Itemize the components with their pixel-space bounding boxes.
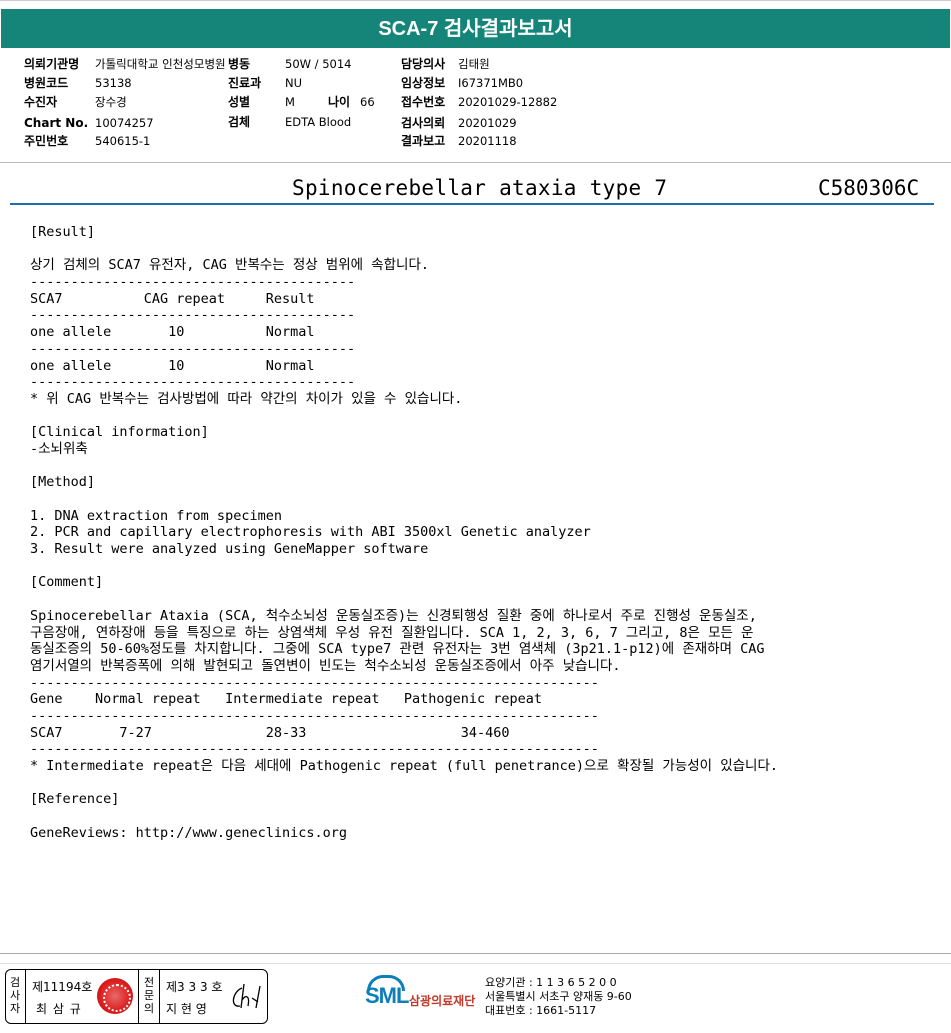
report-line: 2. PCR and capillary electrophoresis wit…	[30, 524, 591, 541]
signature-box: 검사자 제11194호 최 삼 규 전문의 제3 3 3 호 지 현 영	[5, 969, 268, 1024]
report-line	[30, 408, 930, 425]
report-line: Spinocerebellar Ataxia (SCA, 척수소뇌성 운동실조증…	[30, 607, 757, 624]
report-line: 1. DNA extraction from specimen	[30, 507, 282, 524]
age-value: 66	[360, 95, 375, 109]
report-line	[30, 591, 930, 608]
patient-header: 의뢰기관명 가톨릭대학교 인천성모병원병원코드 53138 수진자 장수경 Chart N…	[0, 47, 951, 163]
header-label: 임상정보	[401, 76, 446, 90]
contact-info: 요양기관 : 1 1 3 6 5 2 0 0 서울특별시 서초구 양재동 9-60…	[485, 976, 632, 1018]
signature-image	[232, 983, 261, 1009]
divider	[138, 970, 139, 1023]
specialist-license: 제3 3 3 호	[166, 980, 223, 994]
header-value: 가톨릭대학교 인천성모병원	[95, 57, 226, 71]
report-line: 상기 검체의 SCA7 유전자, CAG 반복수는 정상 범위에 속합니다.	[30, 257, 429, 274]
report-title: SCA-7 검사결과보고서	[1, 9, 950, 48]
header-value: 540615-1	[95, 134, 151, 148]
company-logo: SML 삼광의료재단	[365, 975, 485, 1019]
report-line: SCA7 CAG repeat Result	[30, 290, 315, 307]
table-rule: ----------------------------------------	[30, 274, 356, 291]
report-line: -소뇌위축	[30, 440, 88, 457]
report-line	[30, 491, 930, 508]
report-line: 구음장애, 연하장애 등을 특징으로 하는 상염색체 우성 유전 질환입니다. …	[30, 624, 754, 641]
header-label: 진료과	[228, 76, 262, 90]
seal-stamp	[97, 978, 133, 1014]
report-line	[30, 775, 930, 792]
header-label: 검체	[228, 115, 251, 129]
header-value: I67371MB0	[458, 76, 524, 90]
header-label: 수진자	[24, 95, 58, 109]
header-label: 담당의사	[401, 57, 446, 71]
header-value: 20201029-12882	[458, 95, 558, 109]
header-value: 50W / 5014	[285, 57, 352, 71]
report-line: 동실조증의 50-60%정도를 차지합니다. 그중에 SCA type7 관련 …	[30, 641, 765, 658]
header-value: 장수경	[95, 95, 127, 109]
report-line: * 위 CAG 반복수는 검사방법에 따라 약간의 차이가 있을 수 있습니다.	[30, 390, 463, 407]
examiner-label: 검사자	[9, 976, 21, 1015]
report-line: one allele 10 Normal	[30, 324, 315, 341]
header-label: 결과보고	[401, 134, 446, 148]
age-label: 나이	[328, 95, 351, 109]
report-line: [Comment]	[30, 574, 104, 591]
report-line: [Result]	[30, 224, 96, 240]
header-value: M	[285, 95, 295, 109]
header-value: 20201029	[458, 116, 517, 130]
title-bar: SCA-7 검사결과보고서	[0, 0, 951, 48]
report-line: SCA7 7-27 28-33 34-460	[30, 724, 510, 741]
table-rule: ----------------------------------------	[30, 374, 356, 391]
report-body: [Result] 상기 검체의 SCA7 유전자, CAG 반복수는 정상 범위에…	[30, 224, 930, 841]
header-label: 검사의뢰	[401, 116, 446, 130]
table-rule: ----------------------------------------	[30, 340, 356, 357]
header-value: 20201118	[458, 134, 517, 148]
specialist-name: 지 현 영	[166, 1002, 207, 1016]
report-line	[30, 458, 930, 475]
report-line: [Reference]	[30, 791, 120, 808]
header-value: NU	[285, 76, 303, 90]
report-line: [Method]	[30, 474, 96, 491]
contact-line: 서울특별시 서초구 양재동 9-60	[485, 990, 632, 1003]
table-rule: ----------------------------------------…	[30, 741, 599, 758]
header-label: Chart No.	[24, 116, 89, 130]
contact-line: 대표번호 : 1661-5117	[485, 1004, 597, 1017]
header-label: 성별	[228, 95, 251, 109]
report-line: 3. Result were analyzed using GeneMapper…	[30, 541, 429, 558]
report-line: Gene Normal repeat Intermediate repeat P…	[30, 691, 543, 708]
test-code: C580306C	[818, 176, 920, 200]
header-value: 10074257	[95, 116, 154, 130]
header-label: 주민번호	[24, 134, 69, 148]
report-line: one allele 10 Normal	[30, 357, 315, 374]
logo-sml: SML	[365, 983, 409, 1008]
contact-line: 요양기관 : 1 1 3 6 5 2 0 0	[485, 976, 617, 989]
specialist-label: 전문의	[143, 976, 155, 1015]
report-line: 염기서열의 반복증폭에 의해 발현되고 돌연변이 빈도는 척수소뇌성 운동실조증…	[30, 657, 621, 674]
footer-divider-2	[0, 963, 951, 964]
examiner-name: 최 삼 규	[36, 1002, 82, 1016]
divider	[25, 970, 26, 1023]
report-line: * Intermediate repeat은 다음 세대에 Pathogenic…	[30, 758, 779, 774]
table-rule: ----------------------------------------…	[30, 674, 599, 691]
logo-name: 삼광의료재단	[409, 994, 476, 1008]
report-line: GeneReviews: http://www.geneclinics.org	[30, 824, 347, 841]
table-rule: ----------------------------------------…	[30, 707, 599, 724]
header-label: 접수번호	[401, 95, 446, 109]
footer-divider	[0, 953, 951, 954]
title-underline	[10, 203, 934, 205]
table-rule: ----------------------------------------	[30, 307, 356, 324]
header-label: 의뢰기관명	[24, 57, 80, 71]
header-value: EDTA Blood	[285, 115, 352, 129]
test-name: Spinocerebellar ataxia type 7	[292, 176, 668, 200]
header-value: 김태원	[458, 57, 490, 71]
report-line	[30, 808, 930, 825]
report-line	[30, 241, 930, 258]
divider	[159, 970, 160, 1023]
examiner-license: 제11194호	[32, 980, 93, 994]
header-label: 병동	[228, 57, 251, 71]
header-value: 53138	[95, 76, 132, 90]
report-line	[30, 558, 930, 575]
test-title: Spinocerebellar ataxia type 7 C580306C	[0, 168, 951, 206]
report-line: [Clinical information]	[30, 424, 209, 441]
header-label: 병원코드	[24, 76, 69, 90]
